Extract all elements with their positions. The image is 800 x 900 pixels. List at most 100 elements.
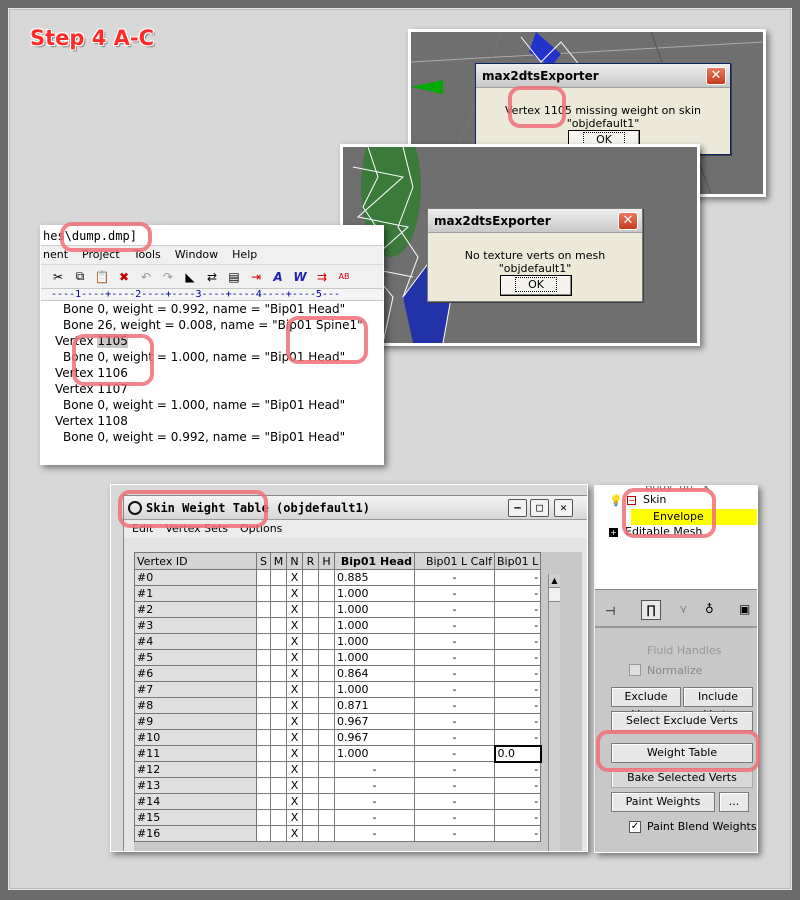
editor-text-area[interactable]: Bone 0, weight = 0.992, name = "Bip01 He… xyxy=(41,301,383,445)
column-header[interactable]: Bip01 Head xyxy=(334,552,415,570)
column-header[interactable]: S xyxy=(256,552,271,570)
weight-cell[interactable]: X xyxy=(286,633,303,650)
weight-cell[interactable]: X xyxy=(286,761,303,778)
select-exclude-verts-button[interactable]: Select Exclude Verts xyxy=(611,711,753,731)
weight-cell[interactable]: - xyxy=(414,665,495,682)
cut-icon[interactable]: ✂ xyxy=(49,270,67,284)
weight-cell[interactable] xyxy=(318,825,335,842)
weight-cell[interactable] xyxy=(318,585,335,602)
vertex-id-cell[interactable]: #7 xyxy=(134,681,257,698)
remove-modifier-icon[interactable]: ♁ xyxy=(705,602,714,616)
weight-cell[interactable] xyxy=(302,729,319,746)
weight-cell[interactable] xyxy=(270,585,287,602)
weight-cell[interactable] xyxy=(270,809,287,826)
weight-cell[interactable] xyxy=(318,569,335,586)
weight-cell[interactable] xyxy=(256,617,271,634)
weight-cell[interactable]: - xyxy=(414,585,495,602)
table-row[interactable]: #9 X 0.967- - xyxy=(134,713,542,730)
expand-mesh-icon[interactable]: + xyxy=(609,528,618,537)
weight-cell[interactable]: - xyxy=(414,809,495,826)
vertex-id-cell[interactable]: #8 xyxy=(134,697,257,714)
weight-cell[interactable]: 0.0 xyxy=(493,744,542,763)
weight-cell[interactable]: 0.967 xyxy=(334,713,415,730)
weight-cell[interactable]: - xyxy=(493,777,542,794)
table-row[interactable]: #0 X 0.885- - xyxy=(134,569,542,586)
vertex-id-cell[interactable]: #0 xyxy=(134,569,257,586)
editor-menu-help[interactable]: Help xyxy=(232,246,257,264)
weight-cell[interactable] xyxy=(318,601,335,618)
weight-cell[interactable]: - xyxy=(334,761,415,778)
exclude-verts-button[interactable]: Exclude Verts xyxy=(611,687,681,721)
scroll-thumb[interactable] xyxy=(549,588,560,602)
table-row[interactable]: #2 X 1.000- - xyxy=(134,601,542,618)
wordwrap-icon[interactable]: W xyxy=(291,270,309,284)
column-header[interactable]: H xyxy=(318,552,335,570)
weight-cell[interactable] xyxy=(302,825,319,842)
vertex-id-cell[interactable]: #9 xyxy=(134,713,257,730)
weight-cell[interactable]: 1.000 xyxy=(334,633,415,650)
table-row[interactable]: #4 X 1.000- - xyxy=(134,633,542,650)
weight-cell[interactable] xyxy=(270,569,287,586)
bake-selected-verts-button[interactable]: Bake Selected Verts xyxy=(611,768,753,788)
paint-options-button[interactable]: ... xyxy=(719,792,749,812)
weight-cell[interactable]: X xyxy=(286,649,303,666)
weight-cell[interactable] xyxy=(302,585,319,602)
vertex-id-cell[interactable]: #11 xyxy=(134,745,257,762)
weight-cell[interactable] xyxy=(256,697,271,714)
weight-cell[interactable] xyxy=(270,713,287,730)
weight-cell[interactable]: X xyxy=(286,601,303,618)
weight-cell[interactable] xyxy=(302,697,319,714)
weight-cell[interactable]: - xyxy=(414,633,495,650)
table-row[interactable]: #1 X 1.000- - xyxy=(134,585,542,602)
weight-cell[interactable] xyxy=(302,569,319,586)
table-row[interactable]: #5 X 1.000- - xyxy=(134,649,542,666)
dialog-2-close-button[interactable]: ✕ xyxy=(618,212,638,230)
configure-sets-icon[interactable]: ▣ xyxy=(739,602,750,616)
weight-cell[interactable] xyxy=(256,601,271,618)
vertex-id-cell[interactable]: #5 xyxy=(134,649,257,666)
table-row[interactable]: #12 X - - - xyxy=(134,761,542,778)
vertex-id-cell[interactable]: #6 xyxy=(134,665,257,682)
weight-cell[interactable] xyxy=(256,713,271,730)
weight-cell[interactable]: 0.871 xyxy=(334,697,415,714)
weight-cell[interactable] xyxy=(256,585,271,602)
weight-cell[interactable]: - xyxy=(414,697,495,714)
weight-cell[interactable] xyxy=(270,601,287,618)
column-header[interactable]: N xyxy=(286,552,303,570)
dialog-2-ok-button[interactable]: OK xyxy=(500,275,572,296)
weight-cell[interactable]: - xyxy=(493,809,542,826)
paste-icon[interactable]: 📋 xyxy=(93,270,111,284)
weight-cell[interactable] xyxy=(318,697,335,714)
weight-cell[interactable] xyxy=(302,809,319,826)
collapse-skin-icon[interactable]: − xyxy=(627,496,636,505)
weight-cell[interactable] xyxy=(256,569,271,586)
weight-cell[interactable] xyxy=(302,633,319,650)
editor-menu-tools[interactable]: Tools xyxy=(134,246,161,264)
weight-cell[interactable] xyxy=(302,793,319,810)
paint-weights-button[interactable]: Paint Weights xyxy=(611,792,715,812)
weight-cell[interactable]: - xyxy=(493,729,542,746)
stack-item-editable-mesh[interactable]: Editable Mesh xyxy=(625,525,702,538)
vertex-id-cell[interactable]: #4 xyxy=(134,633,257,650)
weight-cell[interactable]: - xyxy=(414,745,495,762)
weight-cell[interactable] xyxy=(256,729,271,746)
menu-vertex-sets[interactable]: Vertex Sets xyxy=(165,520,228,538)
weight-cell[interactable] xyxy=(270,745,287,762)
weight-cell[interactable]: 0.864 xyxy=(334,665,415,682)
weight-cell[interactable]: 1.000 xyxy=(334,601,415,618)
weight-cell[interactable] xyxy=(318,761,335,778)
weight-cell[interactable] xyxy=(302,601,319,618)
show-end-result-icon[interactable]: ∏ xyxy=(641,600,661,620)
vertex-id-cell[interactable]: #2 xyxy=(134,601,257,618)
weight-cell[interactable]: - xyxy=(493,649,542,666)
weight-cell[interactable]: - xyxy=(493,697,542,714)
weight-cell[interactable] xyxy=(318,777,335,794)
weight-cell[interactable] xyxy=(302,777,319,794)
weight-cell[interactable]: - xyxy=(414,601,495,618)
weight-cell[interactable]: 1.000 xyxy=(334,681,415,698)
weight-cell[interactable] xyxy=(270,697,287,714)
tab-icon[interactable]: ⇉ xyxy=(313,270,331,284)
weight-cell[interactable]: X xyxy=(286,681,303,698)
weight-cell[interactable]: - xyxy=(414,777,495,794)
clipboard-icon[interactable]: ▤ xyxy=(225,270,243,284)
